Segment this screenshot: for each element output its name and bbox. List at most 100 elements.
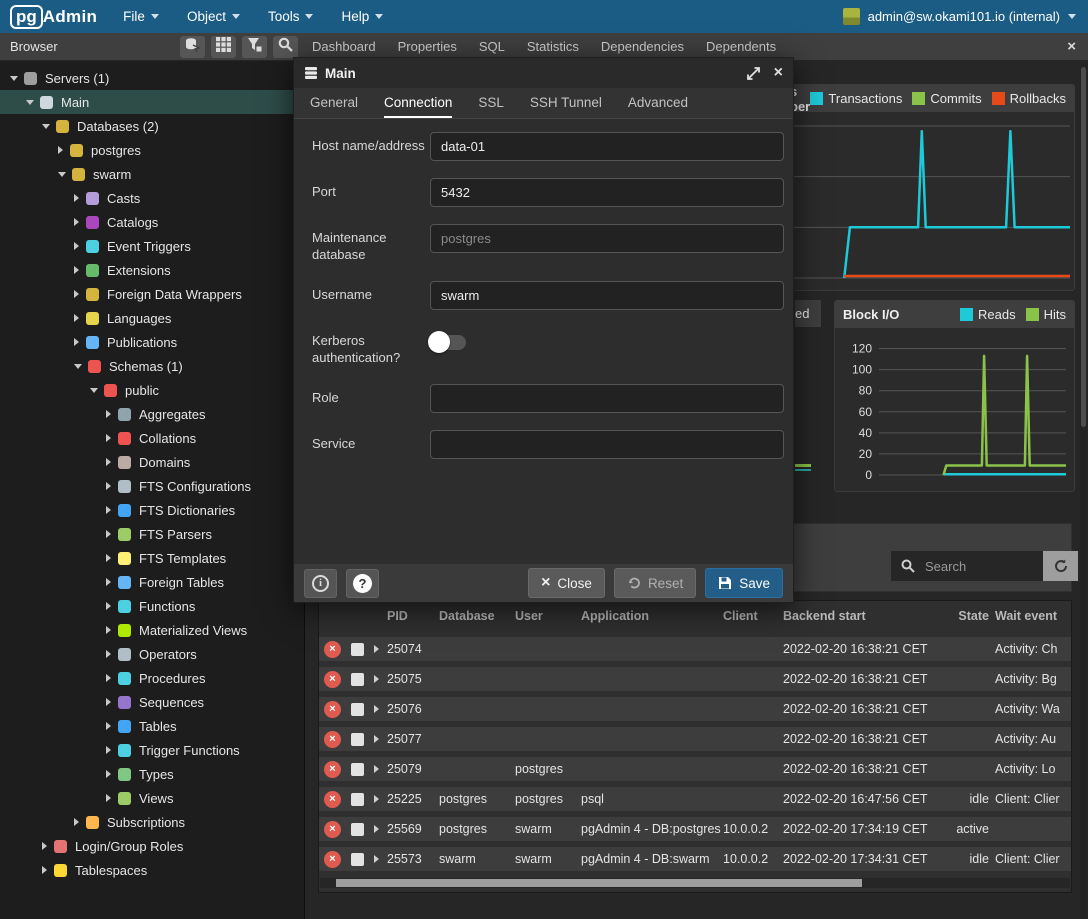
activity-hscrollbar-thumb[interactable]: [336, 879, 862, 887]
row-checkbox[interactable]: [351, 853, 364, 866]
chevron-right-icon[interactable]: [106, 770, 111, 778]
dialog-close-icon[interactable]: ×: [774, 64, 783, 82]
maximize-icon[interactable]: [747, 67, 760, 80]
row-checkbox[interactable]: [351, 763, 364, 776]
tree-item-casts[interactable]: Casts: [0, 186, 304, 210]
chevron-down-icon[interactable]: [10, 76, 18, 81]
menu-file[interactable]: File: [123, 9, 159, 24]
tab-dependents[interactable]: Dependents: [706, 39, 776, 54]
tab-dashboard[interactable]: Dashboard: [312, 39, 376, 54]
tree-item-subscriptions[interactable]: Subscriptions: [0, 810, 304, 834]
activity-hscrollbar[interactable]: [320, 878, 1070, 888]
column-header-backend-start[interactable]: Backend start: [783, 609, 949, 623]
tree-item-extensions[interactable]: Extensions: [0, 258, 304, 282]
service-field[interactable]: [430, 430, 784, 459]
tab-properties[interactable]: Properties: [398, 39, 457, 54]
tree-item-aggregates[interactable]: Aggregates: [0, 402, 304, 426]
tree-item-databases-2-[interactable]: Databases (2): [0, 114, 304, 138]
terminate-session-icon[interactable]: ×: [324, 851, 341, 868]
tree-item-publications[interactable]: Publications: [0, 330, 304, 354]
tree-item-schemas-1-[interactable]: Schemas (1): [0, 354, 304, 378]
host-name-field[interactable]: [430, 132, 784, 161]
tree-item-materialized-views[interactable]: Materialized Views: [0, 618, 304, 642]
terminate-session-icon[interactable]: ×: [324, 671, 341, 688]
tree-item-sequences[interactable]: Sequences: [0, 690, 304, 714]
chevron-right-icon[interactable]: [74, 338, 79, 346]
chevron-right-icon[interactable]: [106, 602, 111, 610]
dialog-tab-connection[interactable]: Connection: [384, 88, 452, 118]
maintenance-database-field[interactable]: [430, 224, 784, 253]
username-field[interactable]: [430, 281, 784, 310]
row-expand-icon[interactable]: [374, 765, 379, 773]
dialog-tab-advanced[interactable]: Advanced: [628, 88, 688, 118]
terminate-session-icon[interactable]: ×: [324, 731, 341, 748]
tree-item-functions[interactable]: Functions: [0, 594, 304, 618]
tree-item-fts-configurations[interactable]: FTS Configurations: [0, 474, 304, 498]
tree-item-procedures[interactable]: Procedures: [0, 666, 304, 690]
column-header-wait-event[interactable]: Wait event: [995, 609, 1071, 623]
activity-row-25573[interactable]: ×25573swarmswarmpgAdmin 4 - DB:swarm10.0…: [319, 847, 1071, 871]
tree-item-collations[interactable]: Collations: [0, 426, 304, 450]
chevron-down-icon[interactable]: [42, 124, 50, 129]
tree-item-catalogs[interactable]: Catalogs: [0, 210, 304, 234]
row-expand-icon[interactable]: [374, 645, 379, 653]
reset-button[interactable]: Reset: [614, 568, 696, 598]
close-button[interactable]: × Close: [528, 568, 605, 598]
row-checkbox[interactable]: [351, 643, 364, 656]
kerberos-toggle[interactable]: [430, 335, 466, 350]
menu-object[interactable]: Object: [187, 9, 240, 24]
tree-item-swarm[interactable]: swarm: [0, 162, 304, 186]
row-expand-icon[interactable]: [374, 675, 379, 683]
sidebar-scrollbar[interactable]: [1080, 61, 1087, 919]
chevron-right-icon[interactable]: [106, 674, 111, 682]
row-expand-icon[interactable]: [374, 825, 379, 833]
sidebar-scrollbar-thumb[interactable]: [1081, 67, 1086, 427]
row-expand-icon[interactable]: [374, 855, 379, 863]
row-checkbox[interactable]: [351, 703, 364, 716]
row-expand-icon[interactable]: [374, 735, 379, 743]
chevron-right-icon[interactable]: [58, 146, 63, 154]
dialog-tab-ssl[interactable]: SSL: [478, 88, 504, 118]
menu-help[interactable]: Help: [341, 9, 383, 24]
chevron-right-icon[interactable]: [106, 626, 111, 634]
tree-item-tablespaces[interactable]: Tablespaces: [0, 858, 304, 882]
chevron-down-icon[interactable]: [58, 172, 66, 177]
tree-item-trigger-functions[interactable]: Trigger Functions: [0, 738, 304, 762]
tree-item-fts-parsers[interactable]: FTS Parsers: [0, 522, 304, 546]
tree-item-domains[interactable]: Domains: [0, 450, 304, 474]
activity-row-25079[interactable]: ×25079postgres2022-02-20 16:38:21 CETAct…: [319, 757, 1071, 781]
tab-sql[interactable]: SQL: [479, 39, 505, 54]
chevron-down-icon[interactable]: [74, 364, 82, 369]
activity-search-input[interactable]: Search: [891, 551, 1043, 581]
tree-item-views[interactable]: Views: [0, 786, 304, 810]
tree-item-languages[interactable]: Languages: [0, 306, 304, 330]
tree-item-operators[interactable]: Operators: [0, 642, 304, 666]
chevron-right-icon[interactable]: [106, 434, 111, 442]
chevron-down-icon[interactable]: [90, 388, 98, 393]
chevron-right-icon[interactable]: [106, 746, 111, 754]
row-checkbox[interactable]: [351, 673, 364, 686]
activity-row-25077[interactable]: ×250772022-02-20 16:38:21 CETActivity: A…: [319, 727, 1071, 751]
tree-item-login-group-roles[interactable]: Login/Group Roles: [0, 834, 304, 858]
chevron-right-icon[interactable]: [106, 482, 111, 490]
chevron-right-icon[interactable]: [42, 866, 47, 874]
terminate-session-icon[interactable]: ×: [324, 791, 341, 808]
tab-statistics[interactable]: Statistics: [527, 39, 579, 54]
chevron-right-icon[interactable]: [106, 698, 111, 706]
chevron-right-icon[interactable]: [106, 650, 111, 658]
sql-help-button[interactable]: i: [304, 569, 337, 598]
column-header-pid[interactable]: PID: [387, 609, 439, 623]
chevron-right-icon[interactable]: [106, 506, 111, 514]
close-panel-icon[interactable]: ×: [1067, 38, 1076, 55]
row-checkbox[interactable]: [351, 823, 364, 836]
terminate-session-icon[interactable]: ×: [324, 761, 341, 778]
tree-item-fts-dictionaries[interactable]: FTS Dictionaries: [0, 498, 304, 522]
chevron-right-icon[interactable]: [106, 458, 111, 466]
search-objects-button[interactable]: [273, 36, 298, 58]
row-expand-icon[interactable]: [374, 795, 379, 803]
terminate-session-icon[interactable]: ×: [324, 701, 341, 718]
tree-item-public[interactable]: public: [0, 378, 304, 402]
column-header-application[interactable]: Application: [581, 609, 723, 623]
chevron-right-icon[interactable]: [106, 554, 111, 562]
menu-tools[interactable]: Tools: [268, 9, 314, 24]
